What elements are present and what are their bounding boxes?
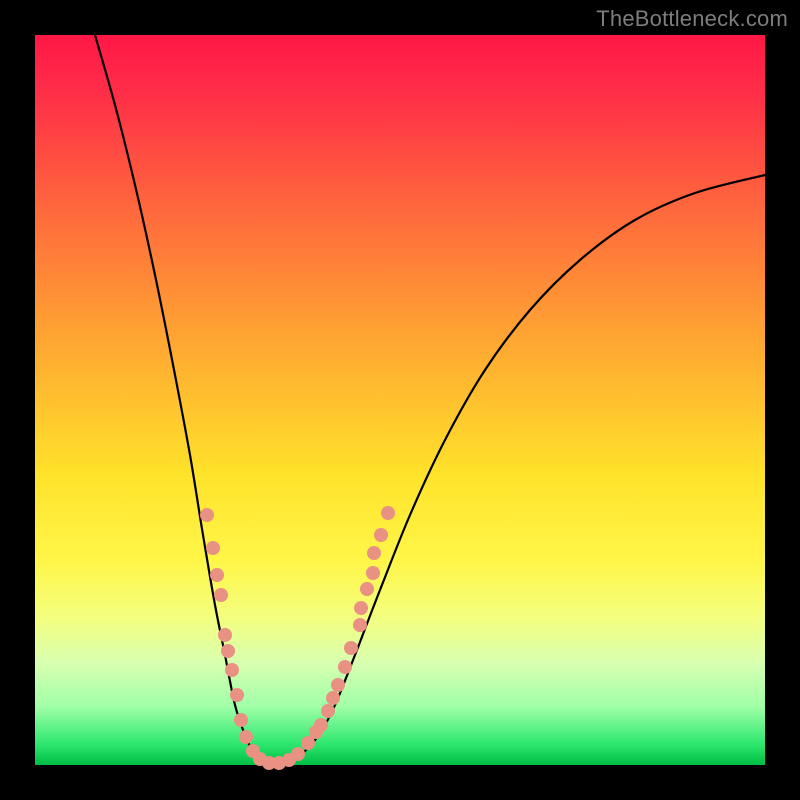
data-point [206,541,220,555]
chart-svg [35,35,765,765]
data-point [225,663,239,677]
data-point [366,566,380,580]
data-point [214,588,228,602]
data-point-markers [200,506,395,770]
data-point [367,546,381,560]
data-point [326,691,340,705]
data-point [354,601,368,615]
data-point [230,688,244,702]
data-point [338,660,352,674]
data-point [234,713,248,727]
data-point [381,506,395,520]
data-point [218,628,232,642]
watermark-text: TheBottleneck.com [596,6,788,32]
data-point [360,582,374,596]
data-point [221,644,235,658]
data-point [331,678,345,692]
chart-plot-area [35,35,765,765]
bottleneck-curve [95,35,765,763]
data-point [239,730,253,744]
data-point [344,641,358,655]
data-point [210,568,224,582]
data-point [321,704,335,718]
data-point [374,528,388,542]
data-point [353,618,367,632]
data-point [314,718,328,732]
data-point [200,508,214,522]
data-point [291,747,305,761]
